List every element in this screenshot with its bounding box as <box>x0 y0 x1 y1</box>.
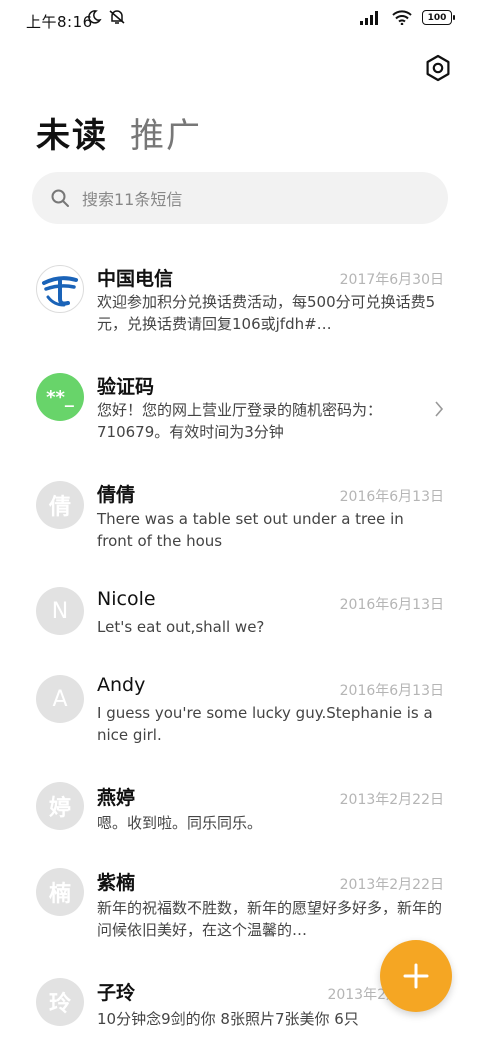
avatar-initials: 婷 <box>48 796 71 821</box>
message-preview: 您好！您的网上营业厅登录的随机密码为：710679。有效时间为3分钟 <box>97 401 383 441</box>
signal-icon <box>360 10 378 25</box>
battery-level: 100 <box>427 12 447 23</box>
message-date: 2016年6月13日 <box>339 597 444 613</box>
search-input[interactable]: 搜索11条短信 <box>32 172 448 224</box>
message-preview: 新年的祝福数不胜数，新年的愿望好多好多，新年的问候依旧美好，在这个温馨的… <box>97 899 443 939</box>
avatar: A <box>36 675 84 723</box>
message-preview: 10分钟念9剑的你 8张照片7张美你 6只 <box>97 1010 359 1028</box>
contact-name: 子玲 <box>97 982 136 1004</box>
avatar: 倩 <box>36 481 84 529</box>
message-preview: I guess you're some lucky guy.Stephanie … <box>97 704 433 744</box>
message-preview: 嗯。收到啦。同乐同乐。 <box>97 814 263 832</box>
message-preview: 欢迎参加积分兑换话费活动，每500分可兑换话费5元，兑换话费请回复106或jfd… <box>97 293 436 333</box>
list-item[interactable]: N Nicole 2016年6月13日 Let's eat out,shall … <box>0 574 480 660</box>
chevron-right-icon <box>435 401 444 417</box>
contact-name: Nicole <box>97 588 156 610</box>
status-time: 上午8:16 <box>26 13 93 31</box>
message-date: 2013年2月22日 <box>339 792 444 808</box>
list-item[interactable]: 婷 燕婷 2013年2月22日 嗯。收到啦。同乐同乐。 <box>0 770 480 854</box>
header-tabs: 未读 推广 <box>36 108 202 157</box>
message-date: 2017年6月30日 <box>339 272 444 288</box>
new-message-button[interactable] <box>380 940 452 1012</box>
contact-name: Andy <box>97 674 146 696</box>
avatar-initials: A <box>52 686 68 712</box>
avatar: 玲 <box>36 978 84 1026</box>
avatar: **_ <box>36 373 84 421</box>
message-date: 2016年6月13日 <box>339 683 444 699</box>
china-telecom-logo-icon <box>42 276 78 307</box>
mute-bell-icon <box>109 10 125 24</box>
list-item[interactable]: A Andy 2016年6月13日 I guess you're some lu… <box>0 660 480 770</box>
contact-name: 验证码 <box>97 376 155 398</box>
wifi-icon <box>392 10 412 25</box>
avatar-initials: 倩 <box>48 495 71 520</box>
moon-icon <box>88 10 102 24</box>
tab-promotions[interactable]: 推广 <box>130 108 202 157</box>
status-icons-left <box>86 9 126 25</box>
avatar-initials: 玲 <box>48 992 71 1017</box>
tab-unread[interactable]: 未读 <box>36 108 108 157</box>
list-item[interactable]: 中国电信 2017年6月30日 欢迎参加积分兑换话费活动，每500分可兑换话费5… <box>0 248 480 358</box>
message-preview: Let's eat out,shall we? <box>97 618 265 636</box>
avatar-initials: 楠 <box>48 882 71 907</box>
search-icon <box>51 189 69 207</box>
status-right: 100 <box>360 10 455 25</box>
avatar <box>36 265 84 313</box>
plus-icon <box>403 963 429 989</box>
contact-name: 紫楠 <box>97 872 136 894</box>
message-date: 2013年2月22日 <box>339 877 444 893</box>
status-bar: 上午8:16 100 <box>0 0 480 40</box>
avatar: 楠 <box>36 868 84 916</box>
search-placeholder: 搜索11条短信 <box>82 190 183 209</box>
avatar-initials: **_ <box>46 386 74 408</box>
settings-button[interactable] <box>424 54 452 82</box>
avatar: 婷 <box>36 782 84 830</box>
message-preview: There was a table set out under a tree i… <box>97 510 404 550</box>
avatar-initials: N <box>51 598 69 624</box>
contact-name: 燕婷 <box>97 787 136 809</box>
settings-hex-icon <box>426 54 450 82</box>
contact-name: 中国电信 <box>97 268 174 290</box>
list-item[interactable]: 倩 倩倩 2016年6月13日 There was a table set ou… <box>0 466 480 574</box>
avatar: N <box>36 587 84 635</box>
list-item[interactable]: **_ 验证码 您好！您的网上营业厅登录的随机密码为：710679。有效时间为3… <box>0 358 480 466</box>
battery-icon: 100 <box>422 10 455 25</box>
contact-name: 倩倩 <box>97 484 136 506</box>
message-date: 2016年6月13日 <box>339 489 444 505</box>
